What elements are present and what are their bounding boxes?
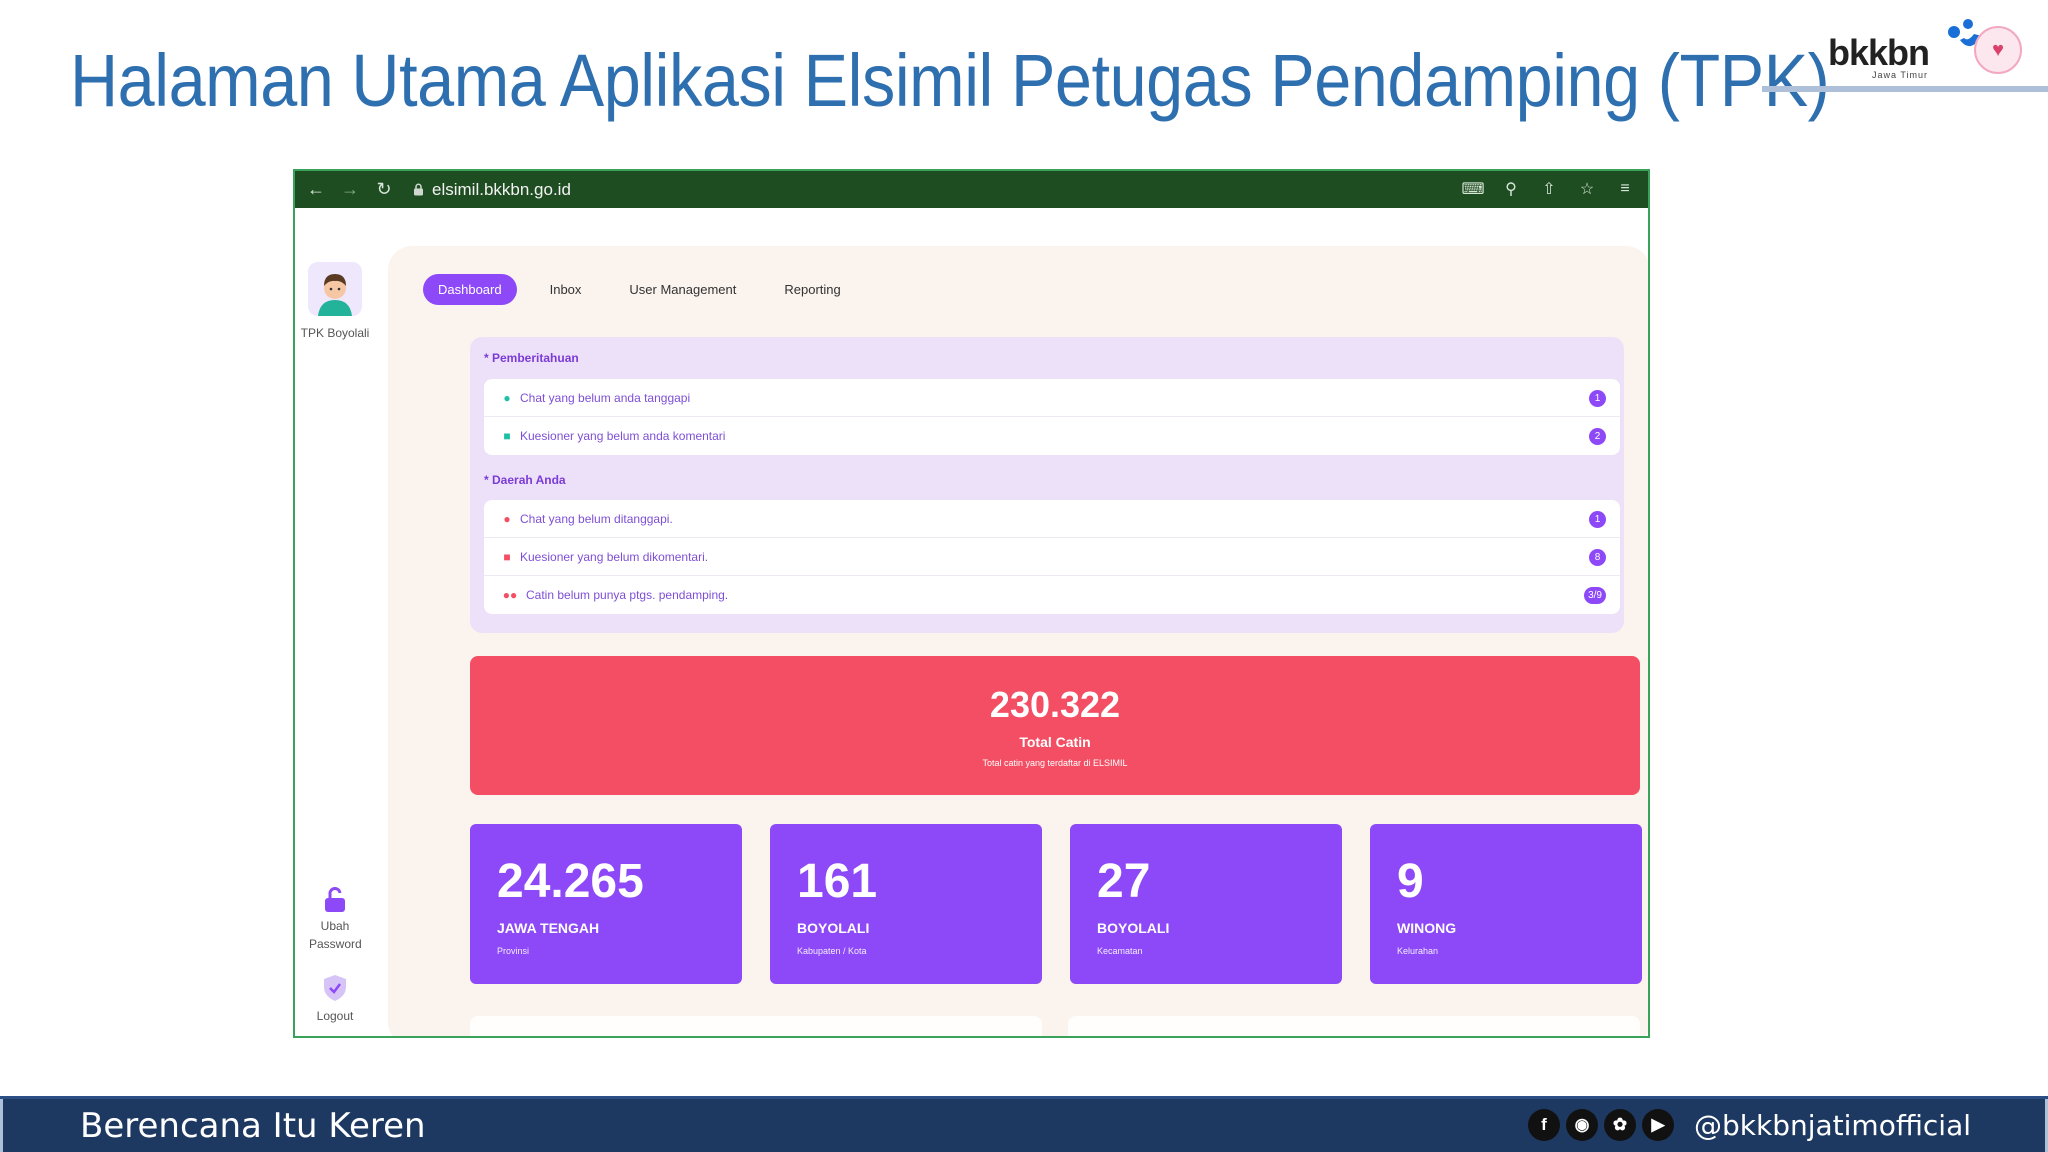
total-catin-card: 230.322 Total Catin Total catin yang ter… [470,656,1640,795]
card-region-level: Kelurahan [1397,946,1439,956]
chat-bubble-icon: ● [503,511,511,526]
notification-panel: * Pemberitahuan ● Chat yang belum anda t… [470,337,1624,633]
notification-text: Kuesioner yang belum dikomentari. [520,549,709,564]
notification-text: Chat yang belum ditanggapi. [520,511,673,526]
unlock-icon[interactable] [320,885,350,915]
users-icon: ●● [502,588,518,602]
notification-text: Catin belum punya ptgs. pendamping. [526,588,729,602]
count-badge: 1 [1589,390,1606,407]
tab-reporting[interactable]: Reporting [769,274,855,305]
footer-tagline: Berencana Itu Keren [80,1106,426,1146]
app-page: TPK Boyolali Ubah Password Logout Dashbo… [295,208,1648,1036]
card-region-level: Kabupaten / Kota [797,946,867,956]
zoom-icon[interactable]: ⚲ [1498,176,1524,202]
chat-bubble-icon: ● [503,390,511,405]
card-region-level: Provinsi [497,946,530,956]
list-item[interactable]: ● Chat yang belum anda tanggapi 1 [484,379,1620,417]
count-badge: 3/9 [1584,587,1606,604]
daerah-list: ● Chat yang belum ditanggapi. 1 ■ Kuesio… [484,500,1620,614]
forward-arrow-icon[interactable]: → [337,177,363,203]
notification-text: Kuesioner yang belum anda komentari [520,429,726,443]
footer-edge-left [0,1099,3,1152]
list-item[interactable]: ■ Kuesioner yang belum anda komentari 2 [484,417,1620,455]
bkkbn-logo: bkkbn Jawa Timur ♥ [1824,19,2024,84]
title-divider [1762,86,2048,92]
browser-actions: ⌨ ⚲ ⇧ ☆ ≡ [1460,176,1638,202]
card-value: 24.265 [497,855,644,908]
back-arrow-icon[interactable]: ← [303,177,329,203]
logo-region: Jawa Timur [1872,70,1929,80]
region-card-district[interactable]: 27 BOYOLALI Kecamatan [1070,824,1342,984]
change-password-link[interactable]: Ubah Password [295,917,375,953]
tab-inbox[interactable]: Inbox [535,274,597,305]
shield-check-icon[interactable] [320,973,350,1003]
main-nav: Dashboard Inbox User Management Reportin… [423,274,856,305]
sidebar: TPK Boyolali Ubah Password Logout [295,208,375,1036]
clipboard-icon: ■ [503,429,511,443]
reload-icon[interactable]: ↻ [371,177,397,203]
card-value: 161 [797,855,878,908]
pemberitahuan-list: ● Chat yang belum anda tanggapi 1 ■ Kues… [484,379,1620,455]
logout-link[interactable]: Logout [295,1009,375,1023]
twitter-icon[interactable]: ✿ [1604,1109,1636,1141]
social-handle: @bkkbnjatimofficial [1694,1109,1972,1142]
url-text: elsimil.bkkbn.go.id [432,179,571,199]
total-catin-value: 230.322 [989,684,1121,725]
region-card-village[interactable]: 9 WINONG Kelurahan [1370,824,1642,984]
card-value: 9 [1397,855,1424,908]
list-item[interactable]: ●● Catin belum punya ptgs. pendamping. 3… [484,576,1620,614]
lower-panel-left [470,1016,1042,1036]
count-badge: 2 [1589,428,1606,445]
bookmark-star-icon[interactable]: ☆ [1574,176,1600,202]
card-value: 27 [1097,855,1151,908]
share-icon[interactable]: ⇧ [1536,176,1562,202]
instagram-icon[interactable]: ◉ [1566,1109,1598,1141]
avatar[interactable] [308,262,362,316]
card-region-name: JAWA TENGAH [497,920,600,936]
logo-wordmark: bkkbn [1828,32,1930,73]
list-item[interactable]: ● Chat yang belum ditanggapi. 1 [484,500,1620,538]
dashboard-panel: Dashboard Inbox User Management Reportin… [388,246,1648,1036]
tab-user-management[interactable]: User Management [614,274,751,305]
user-name: TPK Boyolali [300,326,370,340]
lower-panel-right [1068,1016,1640,1036]
slide-title: Halaman Utama Aplikasi Elsimil Petugas P… [70,39,1830,122]
list-item[interactable]: ■ Kuesioner yang belum dikomentari. 8 [484,538,1620,576]
browser-toolbar: ← → ↻ elsimil.bkkbn.go.id ⌨ ⚲ ⇧ ☆ ≡ [295,171,1648,208]
notification-text: Chat yang belum anda tanggapi [520,390,691,405]
card-region-name: WINONG [1397,920,1457,936]
card-region-name: BOYOLALI [1097,920,1170,936]
region-card-regency[interactable]: 161 BOYOLALI Kabupaten / Kota [770,824,1042,984]
facebook-icon[interactable]: f [1528,1109,1560,1141]
pemberitahuan-heading: * Pemberitahuan [484,351,579,365]
total-catin-label: Total Catin [1019,734,1091,750]
avatar-illustration-icon [308,262,362,316]
social-links: f ◉ ✿ ▶ [1528,1109,1674,1141]
card-region-name: BOYOLALI [797,920,870,936]
youtube-icon[interactable]: ▶ [1642,1109,1674,1141]
daerah-heading: * Daerah Anda [484,473,566,487]
translate-icon[interactable]: ⌨ [1460,176,1486,202]
region-cards: 24.265 JAWA TENGAH Provinsi 161 BOYOLALI… [470,824,1642,984]
slide: Halaman Utama Aplikasi Elsimil Petugas P… [0,0,2048,1152]
tab-dashboard[interactable]: Dashboard [423,274,517,305]
total-catin-description: Total catin yang terdaftar di ELSIMIL [982,758,1128,768]
clipboard-icon: ■ [503,549,511,564]
count-badge: 8 [1589,549,1606,566]
address-bar[interactable]: elsimil.bkkbn.go.id [413,180,571,200]
campaign-badge-icon: ♥ [1974,26,2022,74]
card-region-level: Kecamatan [1097,946,1143,956]
region-card-province[interactable]: 24.265 JAWA TENGAH Provinsi [470,824,742,984]
reading-list-icon[interactable]: ≡ [1612,176,1638,202]
count-badge: 1 [1589,511,1606,528]
browser-window: ← → ↻ elsimil.bkkbn.go.id ⌨ ⚲ ⇧ ☆ ≡ TPK … [293,169,1650,1038]
footer-bar: Berencana Itu Keren f ◉ ✿ ▶ @bkkbnjatimo… [0,1096,2048,1152]
lock-icon [414,183,423,196]
